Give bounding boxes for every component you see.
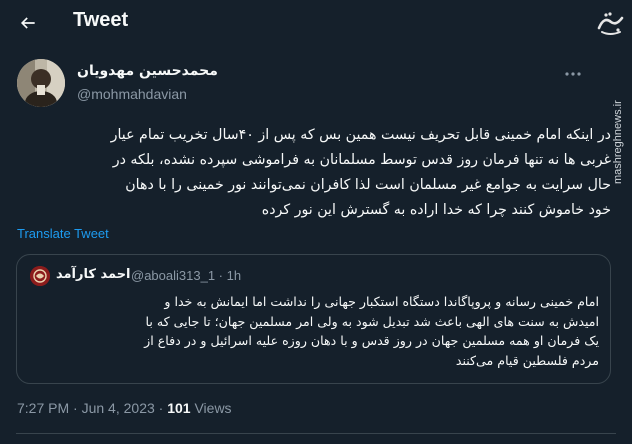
- tweet-text-line: در اینکه امام خمینی قابل تحریف نیست همین…: [110, 127, 611, 143]
- tweet-time[interactable]: 7:27 PM: [17, 400, 69, 416]
- quoted-author-meta: @aboali313_1 · 1h: [131, 268, 241, 283]
- avatar-image: [17, 59, 65, 107]
- divider: [16, 433, 616, 434]
- quoted-text-line: یک فرمان او همه مسلمین جهان در روز قدس و…: [144, 333, 599, 348]
- quoted-text-line: مردم فلسطین قیام می‌کنند: [455, 352, 599, 368]
- quoted-avatar-image: [30, 266, 50, 286]
- quoted-author-name: احمد کارآمد: [56, 267, 131, 282]
- tweet-text-line: خود خاموش کنند چرا که خدا اراده به گسترش…: [261, 202, 611, 218]
- page-title: Tweet: [73, 9, 129, 31]
- more-dots-icon: [565, 72, 581, 76]
- tweet-text-line: غربی ها نه تنها فرمان روز قدس توسط مسلما…: [112, 152, 611, 168]
- back-button[interactable]: [14, 9, 42, 37]
- views-count: 101: [167, 400, 191, 416]
- tweet-text-line: حال سرایت به جوامع غیر مسلمان است لذا کا…: [125, 177, 611, 193]
- quoted-text-line: امیدش به سنت های الهی باعث شد تبدیل شود …: [145, 313, 599, 329]
- quoted-tweet-text: امام خمینی رسانه و پروپاگاندا دستگاه است…: [27, 292, 599, 370]
- quoted-tweet[interactable]: احمد کارآمد @aboali313_1 · 1h امام خمینی…: [16, 254, 611, 384]
- author-name[interactable]: محمدحسین مهدویان: [77, 63, 218, 79]
- meta-separator: ·: [69, 400, 82, 416]
- quoted-text-line: امام خمینی رسانه و پروپاگاندا دستگاه است…: [164, 294, 599, 309]
- arrow-left-icon: [20, 17, 35, 29]
- author-handle[interactable]: @mohmahdavian: [77, 86, 187, 102]
- tweet-meta: 7:27 PM · Jun 4, 2023 · 101 Views: [17, 400, 232, 416]
- top-bar: Tweet mashreghnews.ir: [0, 0, 632, 184]
- mashregh-logo: [597, 12, 624, 35]
- translate-tweet-link[interactable]: Translate Tweet: [17, 226, 109, 241]
- quoted-time: · 1h: [218, 268, 242, 283]
- quoted-author-handle: @aboali313_1: [131, 268, 216, 283]
- author-avatar[interactable]: [17, 59, 65, 107]
- tweet-text: در اینکه امام خمینی قابل تحریف نیست همین…: [16, 123, 611, 223]
- views-label: Views: [190, 400, 232, 416]
- tweet-date[interactable]: Jun 4, 2023: [82, 400, 155, 416]
- more-options-button[interactable]: [560, 64, 586, 84]
- meta-separator: ·: [154, 400, 168, 416]
- quoted-author-avatar: [30, 266, 50, 286]
